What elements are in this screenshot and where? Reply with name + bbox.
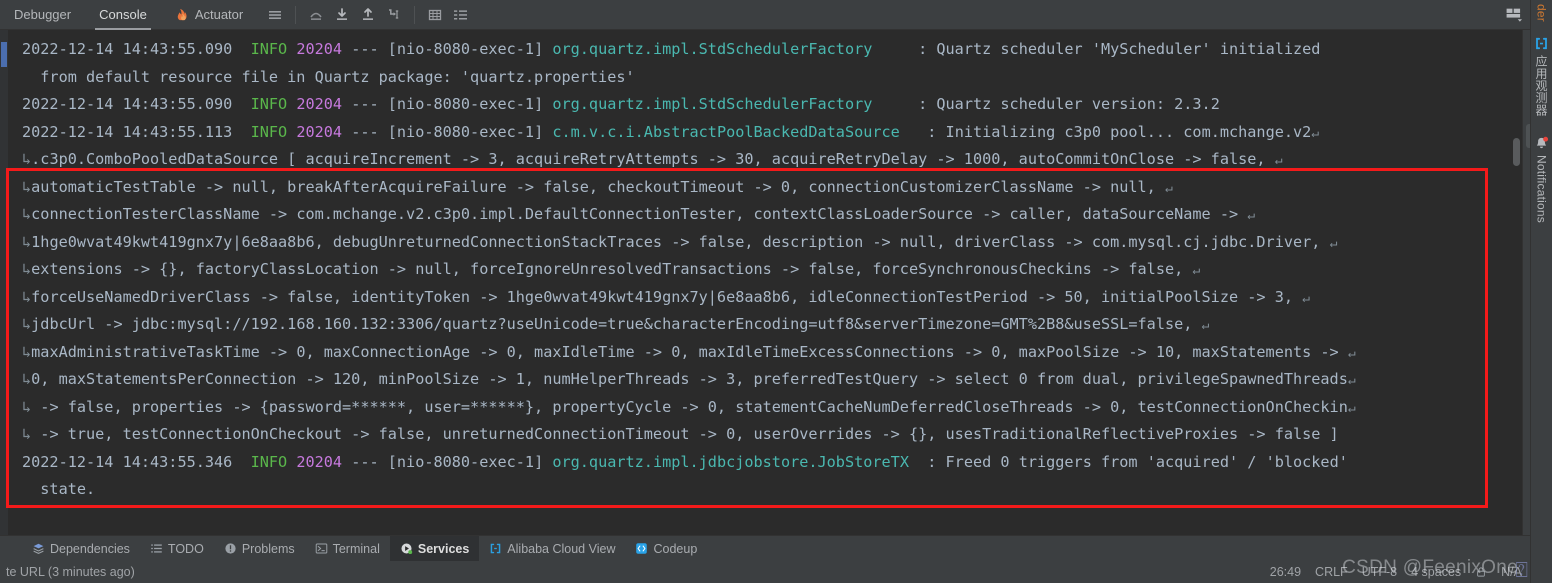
main-content-row: 2022-12-14 14:43:55.090 INFO 20204 --- [… <box>0 30 1552 535</box>
bottom-item-terminal[interactable]: Terminal <box>305 536 390 562</box>
bottom-item-codeup-label: Codeup <box>653 541 698 556</box>
status-line-separator[interactable]: CRLF <box>1315 565 1348 579</box>
bottom-item-terminal-label: Terminal <box>332 541 380 556</box>
console-line: ↳ -> true, testConnectionOnCheckout -> f… <box>22 425 1339 443</box>
todo-list-icon <box>150 542 163 555</box>
bottom-item-alibaba-cloud-view[interactable]: Alibaba Cloud View <box>479 536 625 562</box>
bottom-item-services-label: Services <box>417 541 470 556</box>
console-output[interactable]: 2022-12-14 14:43:55.090 INFO 20204 --- [… <box>0 30 1522 535</box>
status-lock-icon[interactable] <box>1475 566 1487 578</box>
status-indent[interactable]: 4 spaces <box>1411 565 1461 579</box>
tab-actuator[interactable]: Actuator <box>161 0 257 30</box>
bottom-item-problems[interactable]: Problems <box>214 536 305 562</box>
step-out-icon[interactable] <box>356 3 380 27</box>
ide-window: Debugger Console Actuator 2022-12-14 14:… <box>0 0 1552 583</box>
alibaba-cloud-icon <box>489 542 502 555</box>
console-line: ↳jdbcUrl -> jdbc:mysql://192.168.160.132… <box>22 315 1210 333</box>
services-play-icon <box>400 542 413 555</box>
bell-icon[interactable] <box>1534 136 1549 151</box>
console-line: ↳connectionTesterClassName -> com.mchang… <box>22 205 1256 223</box>
console-line: state. <box>22 480 96 498</box>
run-tool-tabs: Debugger Console Actuator <box>0 0 473 30</box>
bottom-item-todo[interactable]: TODO <box>140 536 214 562</box>
console-line: ↳.c3p0.ComboPooledDataSource [ acquireIn… <box>22 150 1283 168</box>
tab-actuator-label: Actuator <box>194 7 244 22</box>
problems-warning-icon <box>224 542 237 555</box>
run-to-cursor-icon[interactable] <box>382 3 406 27</box>
tab-debugger-label: Debugger <box>14 7 72 22</box>
console-scrollbar[interactable] <box>1511 30 1522 535</box>
console-line: from default resource file in Quartz pac… <box>22 67 635 86</box>
console-line: 2022-12-14 14:43:55.113 INFO 20204 --- [… <box>22 122 1320 141</box>
tab-console-label: Console <box>99 7 147 22</box>
soft-wrap-icon[interactable] <box>449 3 473 27</box>
step-into-icon[interactable] <box>330 3 354 27</box>
dependencies-icon <box>32 542 45 555</box>
status-message: te URL (3 minutes ago) <box>6 565 135 579</box>
stripe-item-app-observer[interactable]: 应用观测器 <box>1533 55 1550 116</box>
status-branch[interactable]: N/A <box>1501 565 1522 579</box>
bottom-item-dependencies[interactable]: Dependencies <box>22 536 140 562</box>
console-action-icons <box>263 3 473 27</box>
stripe-item-builder[interactable]: der <box>1535 4 1549 22</box>
actuator-flame-icon <box>175 7 190 22</box>
window-layout-icon[interactable] <box>1505 6 1522 23</box>
tab-debugger[interactable]: Debugger <box>0 0 85 30</box>
console-line: ↳extensions -> {}, factoryClassLocation … <box>22 260 1201 278</box>
tab-console[interactable]: Console <box>85 0 161 30</box>
console-line: ↳forceUseNamedDriverClass -> false, iden… <box>22 287 1310 306</box>
console-line: ↳maxAdministrativeTaskTime -> 0, maxConn… <box>22 342 1356 361</box>
console-log-lines: 2022-12-14 14:43:55.090 INFO 20204 --- [… <box>0 36 1522 504</box>
console-line: ↳1hge0wvat49kwt419gnx7y|6e8aa8b6, debugU… <box>22 232 1338 251</box>
bottom-tool-window-bar: Dependencies TODO Problems Terminal Serv… <box>0 535 1552 562</box>
bottom-item-todo-label: TODO <box>167 541 204 556</box>
endpoints-icon[interactable] <box>1534 36 1549 51</box>
evaluate-grid-icon[interactable] <box>423 3 447 27</box>
console-line: ↳ -> false, properties -> {password=****… <box>22 397 1356 416</box>
toolbar-divider-1 <box>295 5 297 24</box>
terminal-icon <box>315 542 328 555</box>
status-bar-right: 26:49 CRLF UTF-8 4 spaces N/A <box>1270 565 1522 579</box>
layout-lines-icon[interactable] <box>263 3 287 27</box>
console-line: 2022-12-14 14:43:55.090 INFO 20204 --- [… <box>22 40 1321 58</box>
status-encoding[interactable]: UTF-8 <box>1362 565 1397 579</box>
step-over-icon[interactable] <box>304 3 328 27</box>
stripe-item-notifications[interactable]: Notifications <box>1535 155 1549 223</box>
status-caret-position[interactable]: 26:49 <box>1270 565 1301 579</box>
console-scrollbar-thumb[interactable] <box>1513 138 1520 166</box>
codeup-icon <box>635 542 648 555</box>
bottom-item-services[interactable]: Services <box>389 535 480 562</box>
console-line: 2022-12-14 14:43:55.090 INFO 20204 --- [… <box>22 95 1220 113</box>
console-line: ↳0, maxStatementsPerConnection -> 120, m… <box>22 370 1356 388</box>
toolbar-divider-2 <box>414 5 416 24</box>
bottom-item-problems-label: Problems <box>241 541 295 556</box>
console-toolbar: Debugger Console Actuator <box>0 0 1552 30</box>
status-bar: te URL (3 minutes ago) 26:49 CRLF UTF-8 … <box>0 561 1552 583</box>
console-line: 2022-12-14 14:43:55.346 INFO 20204 --- [… <box>22 452 1348 471</box>
bottom-item-dependencies-label: Dependencies <box>50 541 130 556</box>
console-line: ↳automaticTestTable -> null, breakAfterA… <box>22 177 1173 196</box>
right-tool-window-stripe: der 应用观测器 Notifications <box>1506 0 1552 583</box>
bottom-item-codeup[interactable]: Codeup <box>625 536 707 562</box>
bottom-item-alibaba-cloud-view-label: Alibaba Cloud View <box>507 541 616 556</box>
